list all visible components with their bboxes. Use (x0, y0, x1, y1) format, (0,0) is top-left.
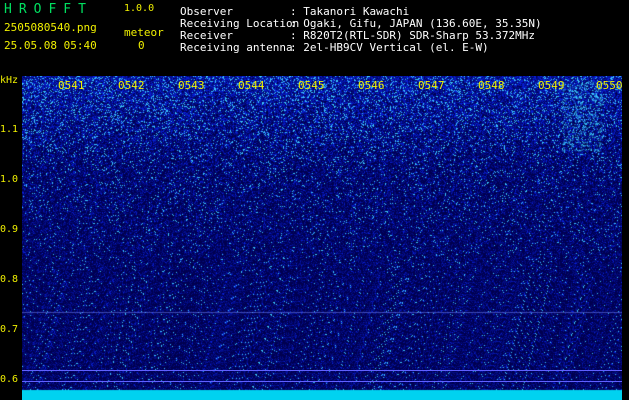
filename: 2505080540.png (4, 21, 97, 34)
x-tick-0550: 0550 (596, 79, 623, 92)
timestamp: 25.05.08 05:40 (4, 39, 97, 52)
antenna-label: Receiving antenna (180, 41, 293, 54)
x-tick-0548: 0548 (478, 79, 505, 92)
meteor-label: meteor (124, 26, 164, 39)
x-tick-0544: 0544 (238, 79, 265, 92)
guide-line-top (22, 370, 622, 371)
x-tick-0543: 0543 (178, 79, 205, 92)
meteor-count: 0 (138, 39, 145, 52)
y-unit-label: kHz (0, 75, 19, 86)
x-tick-0541: 0541 (58, 79, 85, 92)
x-tick-0546: 0546 (358, 79, 385, 92)
x-tick-0549: 0549 (538, 79, 565, 92)
x-tick-0542: 0542 (118, 79, 145, 92)
app-logo: HROFFT (4, 2, 93, 17)
guide-line-bottom (22, 381, 622, 382)
spectrogram-canvas (22, 76, 622, 400)
y-tick-0.6: 0.6 (0, 374, 19, 385)
y-tick-0.7: 0.7 (0, 324, 19, 335)
x-tick-0545: 0545 (298, 79, 325, 92)
y-tick-1.1: 1.1 (0, 124, 19, 135)
y-tick-1.0: 1.0 (0, 174, 19, 185)
y-tick-0.8: 0.8 (0, 274, 19, 285)
version-label: 1.0.0 (124, 3, 155, 14)
x-tick-0547: 0547 (418, 79, 445, 92)
antenna-value: : 2el-HB9CV Vertical (el. E-W) (290, 41, 489, 54)
y-tick-0.9: 0.9 (0, 224, 19, 235)
